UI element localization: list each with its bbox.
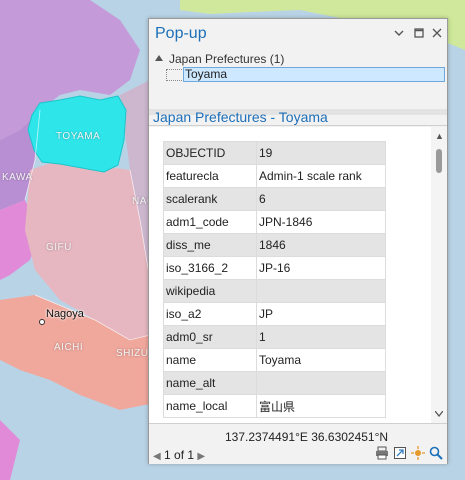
attribute-row[interactable]: OBJECTID 19 bbox=[163, 141, 386, 165]
attribute-value: JPN-1846 bbox=[256, 210, 386, 234]
attribute-value bbox=[256, 371, 386, 395]
attribute-value: 19 bbox=[256, 141, 386, 165]
tree-node-label: Japan Prefectures (1) bbox=[169, 52, 285, 66]
attribute-value: 1846 bbox=[256, 233, 386, 257]
maximize-icon[interactable] bbox=[413, 28, 425, 40]
map-label-gifu: GIFU bbox=[46, 242, 72, 253]
scrollbar-thumb[interactable] bbox=[436, 149, 442, 173]
attribute-value bbox=[256, 279, 386, 303]
collapse-caret-icon[interactable] bbox=[155, 54, 163, 61]
divider bbox=[149, 125, 447, 126]
city-label-nagoya: Nagoya bbox=[46, 308, 84, 320]
flash-feature-icon[interactable] bbox=[411, 446, 425, 460]
popup-title: Pop-up bbox=[155, 25, 207, 42]
map-label-aichi: AICHI bbox=[54, 342, 84, 353]
attribute-name: featurecla bbox=[163, 164, 257, 188]
feature-tree: Japan Prefectures (1) Toyama bbox=[149, 51, 447, 115]
attribute-row[interactable]: name Toyama bbox=[163, 348, 386, 372]
attribute-row[interactable]: iso_a2 JP bbox=[163, 302, 386, 326]
attribute-row[interactable]: adm1_code JPN-1846 bbox=[163, 210, 386, 234]
attribute-row[interactable]: name_alt bbox=[163, 371, 386, 395]
attribute-name: adm0_sr bbox=[163, 325, 257, 349]
options-chevron-icon[interactable] bbox=[393, 28, 405, 40]
attribute-row[interactable]: featurecla Admin-1 scale rank bbox=[163, 164, 386, 188]
city-marker-nagoya bbox=[39, 319, 45, 325]
attribute-value: JP bbox=[256, 302, 386, 326]
attribute-name: iso_a2 bbox=[163, 302, 257, 326]
attribute-value: 1 bbox=[256, 325, 386, 349]
pager: ◀ 1 of 1 ▶ bbox=[153, 448, 205, 462]
map-label-toyama: TOYAMA bbox=[56, 131, 101, 142]
scroll-down-icon[interactable] bbox=[434, 409, 444, 419]
attribute-name: adm1_code bbox=[163, 210, 257, 234]
popup-titlebar[interactable]: Pop-up bbox=[149, 19, 447, 51]
attribute-row[interactable]: wikipedia bbox=[163, 279, 386, 303]
attribute-row[interactable]: name_local 富山県 bbox=[163, 394, 386, 418]
attribute-name: iso_3166_2 bbox=[163, 256, 257, 280]
attribute-name: name_alt bbox=[163, 371, 257, 395]
export-icon[interactable] bbox=[393, 446, 407, 460]
tree-node-japan-prefectures[interactable]: Japan Prefectures (1) bbox=[155, 51, 284, 67]
tree-connector bbox=[166, 69, 182, 81]
previous-feature-icon[interactable]: ◀ bbox=[153, 451, 161, 462]
attribute-table: OBJECTID 19 featurecla Admin-1 scale rank sc… bbox=[163, 141, 386, 418]
map-label-shizuoka: SHIZU bbox=[116, 348, 149, 359]
popup-status-bar: 137.2374491°E 36.6302451°N ◀ 1 of 1 ▶ bbox=[149, 423, 447, 464]
attribute-name: diss_me bbox=[163, 233, 257, 257]
pager-text: 1 of 1 bbox=[164, 448, 195, 462]
vertical-scrollbar[interactable]: ▲ bbox=[431, 127, 447, 423]
feature-title: Japan Prefectures - Toyama bbox=[153, 109, 328, 125]
attribute-row[interactable]: adm0_sr 1 bbox=[163, 325, 386, 349]
attribute-name: name bbox=[163, 348, 257, 372]
coordinates-readout: 137.2374491°E 36.6302451°N bbox=[225, 430, 389, 444]
attribute-name: OBJECTID bbox=[163, 141, 257, 165]
attribute-name: wikipedia bbox=[163, 279, 257, 303]
attribute-value: 富山県 bbox=[256, 394, 386, 418]
zoom-to-icon[interactable] bbox=[429, 446, 443, 460]
next-feature-icon[interactable]: ▶ bbox=[197, 451, 205, 462]
popup-pane: Pop-up Japan Prefectures (1) Toyama Japa… bbox=[148, 18, 448, 464]
attribute-name: scalerank bbox=[163, 187, 257, 211]
close-icon[interactable] bbox=[431, 28, 443, 40]
attribute-value: Admin-1 scale rank bbox=[256, 164, 386, 188]
attribute-name: name_local bbox=[163, 394, 257, 418]
attribute-value: 6 bbox=[256, 187, 386, 211]
scroll-up-icon[interactable]: ▲ bbox=[435, 131, 444, 141]
attribute-row[interactable]: scalerank 6 bbox=[163, 187, 386, 211]
tree-item-toyama[interactable]: Toyama bbox=[166, 67, 445, 82]
attribute-value: JP-16 bbox=[256, 256, 386, 280]
tree-item-label: Toyama bbox=[185, 67, 228, 81]
print-icon[interactable] bbox=[375, 446, 389, 460]
attribute-row[interactable]: diss_me 1846 bbox=[163, 233, 386, 257]
attribute-value: Toyama bbox=[256, 348, 386, 372]
map-label-ishikawa: KAWA bbox=[2, 172, 33, 183]
attribute-panel: OBJECTID 19 featurecla Admin-1 scale rank sc… bbox=[149, 127, 447, 423]
attribute-row[interactable]: iso_3166_2 JP-16 bbox=[163, 256, 386, 280]
